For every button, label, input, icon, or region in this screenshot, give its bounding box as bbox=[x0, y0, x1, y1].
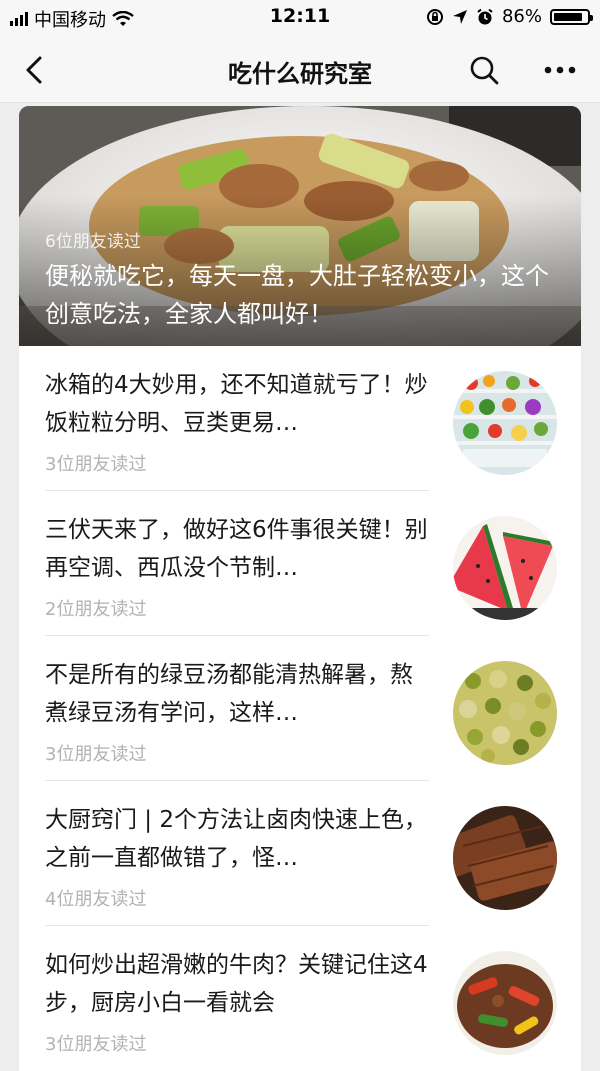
hero-readers: 6位朋友读过 bbox=[45, 232, 141, 252]
article-readers: 4位朋友读过 bbox=[45, 889, 147, 910]
search-icon[interactable] bbox=[466, 52, 502, 88]
hero-title[interactable]: 便秘就吃它，每天一盘，大肚子轻松变小，这个创意吃法，全家人都叫好！ bbox=[45, 257, 555, 333]
status-bar: 中国移动 12:11 86% bbox=[0, 0, 600, 36]
article-card: 6位朋友读过 便秘就吃它，每天一盘，大肚子轻松变小，这个创意吃法，全家人都叫好！… bbox=[19, 106, 581, 1071]
article-title[interactable]: 三伏天来了，做好这6件事很关键！别再空调、西瓜没个节制… bbox=[45, 511, 435, 587]
list-item[interactable]: 三伏天来了，做好这6件事很关键！别再空调、西瓜没个节制… 2位朋友读过 bbox=[19, 491, 581, 636]
article-readers: 3位朋友读过 bbox=[45, 744, 147, 765]
fridge-thumbnail[interactable] bbox=[453, 371, 557, 475]
watermelon-thumbnail[interactable] bbox=[453, 516, 557, 620]
nav-bar: 吃什么研究室 bbox=[0, 36, 600, 103]
location-icon bbox=[452, 9, 467, 24]
battery-percent: 86% bbox=[501, 6, 542, 27]
article-title[interactable]: 如何炒出超滑嫩的牛肉？关键记住这4步，厨房小白一看就会 bbox=[45, 946, 435, 1022]
braised-meat-thumbnail[interactable] bbox=[453, 806, 557, 910]
more-dots-icon[interactable] bbox=[540, 52, 580, 88]
article-list: 冰箱的4大妙用，还不知道就亏了！炒饭粒粒分明、豆类更易… 3位朋友读过 三伏天来… bbox=[19, 346, 581, 1071]
rotation-lock-icon bbox=[426, 8, 443, 25]
article-readers: 3位朋友读过 bbox=[45, 454, 147, 475]
beef-thumbnail[interactable] bbox=[453, 951, 557, 1055]
mung-bean-thumbnail[interactable] bbox=[453, 661, 557, 765]
list-item[interactable]: 不是所有的绿豆汤都能清热解暑，熬煮绿豆汤有学问，这样… 3位朋友读过 bbox=[19, 636, 581, 781]
status-right: 86% bbox=[426, 6, 593, 27]
list-item[interactable]: 大厨窍门 | 2个方法让卤肉快速上色，之前一直都做错了，怪… 4位朋友读过 bbox=[19, 781, 581, 926]
article-title[interactable]: 不是所有的绿豆汤都能清热解暑，熬煮绿豆汤有学问，这样… bbox=[45, 656, 435, 732]
page-title: 吃什么研究室 bbox=[228, 60, 372, 88]
list-item[interactable]: 冰箱的4大妙用，还不知道就亏了！炒饭粒粒分明、豆类更易… 3位朋友读过 bbox=[19, 346, 581, 491]
battery-icon bbox=[550, 8, 593, 25]
article-readers: 2位朋友读过 bbox=[45, 599, 147, 620]
alarm-icon bbox=[477, 8, 493, 24]
article-title[interactable]: 大厨窍门 | 2个方法让卤肉快速上色，之前一直都做错了，怪… bbox=[45, 801, 435, 877]
article-title[interactable]: 冰箱的4大妙用，还不知道就亏了！炒饭粒粒分明、豆类更易… bbox=[45, 366, 435, 442]
list-item[interactable]: 如何炒出超滑嫩的牛肉？关键记住这4步，厨房小白一看就会 3位朋友读过 bbox=[19, 926, 581, 1071]
article-readers: 3位朋友读过 bbox=[45, 1034, 147, 1055]
hero-article[interactable]: 6位朋友读过 便秘就吃它，每天一盘，大肚子轻松变小，这个创意吃法，全家人都叫好！ bbox=[19, 106, 581, 346]
